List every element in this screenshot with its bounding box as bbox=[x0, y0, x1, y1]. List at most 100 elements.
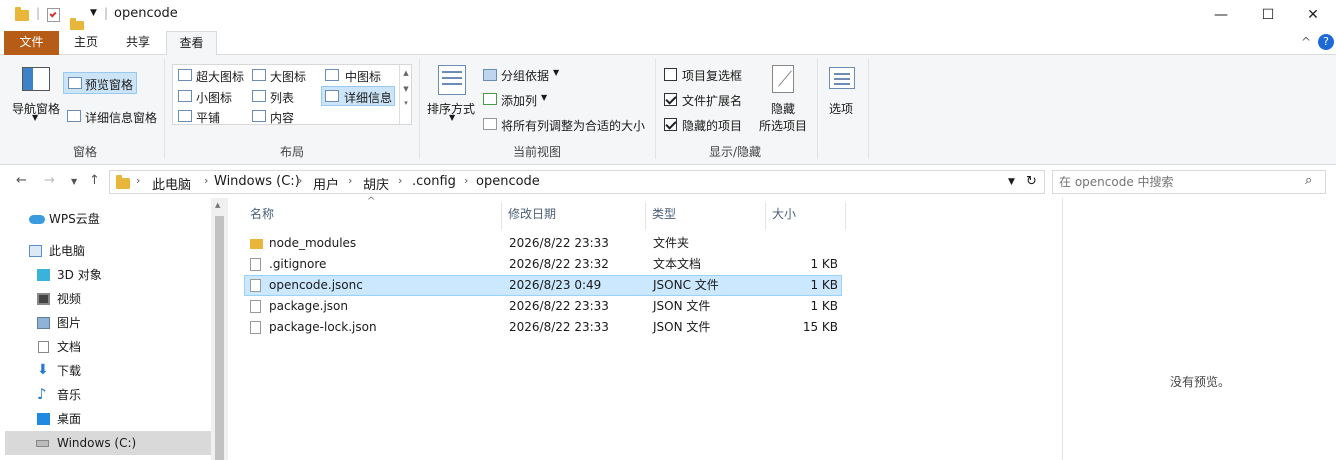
refresh-icon[interactable]: ↻ bbox=[1026, 174, 1037, 189]
file-type: 文本文档 bbox=[653, 257, 702, 271]
hide-selected-icon bbox=[772, 65, 794, 93]
column-header-size[interactable]: 大小 bbox=[766, 202, 846, 230]
nav-item-this-pc[interactable]: 此电脑 bbox=[0, 239, 210, 263]
file-modified: 2026/8/22 23:33 bbox=[509, 320, 609, 334]
chevron-down-icon[interactable]: ▼ bbox=[90, 8, 97, 18]
separator: | bbox=[104, 6, 109, 20]
chevron-right-icon[interactable]: › bbox=[464, 174, 468, 187]
scroll-up-icon[interactable]: ▲ bbox=[215, 201, 220, 209]
nav-item-documents[interactable]: 文档 bbox=[0, 335, 210, 359]
chevron-right-icon[interactable]: › bbox=[136, 174, 140, 187]
close-button[interactable]: ✕ bbox=[1290, 0, 1336, 30]
breadcrumb-config[interactable]: .config bbox=[412, 174, 456, 189]
picture-icon bbox=[37, 317, 50, 329]
collapse-ribbon-icon[interactable]: ^ bbox=[1296, 31, 1316, 55]
ribbon-tabs: 文件 主页 共享 查看 ^ ? bbox=[0, 30, 1336, 56]
chevron-right-icon[interactable]: › bbox=[348, 174, 352, 187]
minimize-button[interactable]: — bbox=[1198, 0, 1244, 30]
file-name: opencode.jsonc bbox=[269, 278, 363, 292]
layout-gallery: 超大图标 大图标 中图标 小图标 列表 详细信息 平铺 内容 ▲ ▼ ▾ bbox=[172, 64, 412, 125]
file-icon bbox=[250, 300, 261, 313]
nav-item-downloads[interactable]: ⬇ 下载 bbox=[0, 359, 210, 383]
preview-pane-button[interactable]: 预览窗格 bbox=[63, 72, 137, 94]
content-icon bbox=[252, 110, 266, 122]
search-box[interactable]: ⌕ bbox=[1052, 170, 1326, 194]
divider bbox=[419, 59, 420, 159]
nav-item-music[interactable]: ♪ 音乐 bbox=[0, 383, 210, 407]
table-row[interactable]: node_modules 2026/8/22 23:33 文件夹 bbox=[244, 233, 842, 254]
chevron-right-icon[interactable]: › bbox=[398, 174, 402, 187]
options-label: 选项 bbox=[829, 102, 854, 116]
file-size: 1 KB bbox=[810, 299, 838, 313]
hidden-items-label: 隐藏的项目 bbox=[682, 119, 743, 133]
chevron-right-icon[interactable]: › bbox=[298, 174, 302, 187]
breadcrumb-this-pc[interactable]: 此电脑 bbox=[152, 174, 191, 193]
help-icon[interactable]: ? bbox=[1318, 34, 1334, 50]
nav-item-3d-objects[interactable]: 3D 对象 bbox=[0, 263, 210, 287]
table-row-selected[interactable]: opencode.jsonc 2026/8/23 0:49 JSONC 文件 1… bbox=[244, 275, 842, 296]
column-header-modified[interactable]: 修改日期 bbox=[502, 202, 646, 230]
chevron-right-icon[interactable]: › bbox=[204, 174, 208, 187]
tab-share[interactable]: 共享 bbox=[116, 31, 160, 55]
table-row[interactable]: package.json 2026/8/22 23:33 JSON 文件 1 K… bbox=[244, 296, 842, 317]
ribbon: 导航窗格 ▼ 预览窗格 详细信息窗格 窗格 超大图标 大图标 中图标 小图标 列… bbox=[0, 55, 1336, 165]
hidden-items-checkbox[interactable] bbox=[664, 118, 677, 131]
item-checkboxes-checkbox[interactable] bbox=[664, 68, 677, 81]
forward-icon[interactable]: → bbox=[44, 173, 55, 188]
nav-item-desktop[interactable]: 桌面 bbox=[0, 407, 210, 431]
chevron-down-icon: ▼ bbox=[449, 113, 456, 122]
breadcrumb-current[interactable]: opencode bbox=[476, 174, 540, 189]
hide-selected-label-2: 所选项目 bbox=[759, 119, 808, 133]
nav-item-pictures[interactable]: 图片 bbox=[0, 311, 210, 335]
address-dropdown-icon[interactable]: ▼ bbox=[1008, 177, 1015, 187]
column-header-type[interactable]: 类型 bbox=[646, 202, 766, 230]
music-icon: ♪ bbox=[37, 385, 47, 403]
tab-home[interactable]: 主页 bbox=[64, 31, 108, 55]
back-icon[interactable]: ← bbox=[16, 173, 27, 188]
layout-details[interactable]: 详细信息 bbox=[321, 86, 395, 106]
options-icon bbox=[829, 67, 855, 89]
file-icon bbox=[250, 321, 261, 334]
nav-item-label: 桌面 bbox=[57, 412, 82, 426]
up-icon[interactable]: ↑ bbox=[89, 173, 100, 188]
scrollbar-thumb[interactable] bbox=[215, 216, 224, 460]
hide-selected-label: 隐藏 bbox=[771, 102, 796, 116]
tab-view[interactable]: 查看 bbox=[166, 31, 217, 56]
nav-item-label: Windows (C:) bbox=[57, 436, 137, 450]
download-icon: ⬇ bbox=[37, 362, 49, 378]
tab-file[interactable]: 文件 bbox=[4, 31, 59, 55]
maximize-button[interactable]: ☐ bbox=[1245, 0, 1291, 30]
title-bar: | ▼ | opencode — ☐ ✕ bbox=[0, 0, 1336, 32]
preview-pane-icon bbox=[68, 77, 82, 89]
nav-item-label: 图片 bbox=[57, 316, 82, 330]
computer-icon bbox=[29, 245, 42, 257]
table-row[interactable]: .gitignore 2026/8/22 23:32 文本文档 1 KB bbox=[244, 254, 842, 275]
breadcrumb-users[interactable]: 用户 bbox=[313, 174, 339, 193]
search-icon[interactable]: ⌕ bbox=[1305, 173, 1312, 188]
window-title: opencode bbox=[114, 6, 178, 21]
recent-locations-icon[interactable]: ▼ bbox=[71, 177, 77, 186]
layout-label: 大图标 bbox=[270, 70, 307, 84]
nav-item-label: 音乐 bbox=[57, 388, 82, 402]
nav-item-label: WPS云盘 bbox=[49, 212, 100, 226]
breadcrumb-drive[interactable]: Windows (C:) bbox=[214, 174, 300, 189]
group-by-icon bbox=[483, 69, 497, 81]
file-extensions-checkbox[interactable] bbox=[664, 93, 677, 106]
file-name: .gitignore bbox=[269, 257, 327, 271]
nav-item-wps-cloud[interactable]: WPS云盘 bbox=[0, 207, 210, 231]
table-row[interactable]: package-lock.json 2026/8/22 23:33 JSON 文… bbox=[244, 317, 842, 338]
file-modified: 2026/8/23 0:49 bbox=[509, 278, 602, 292]
cube-icon bbox=[37, 269, 50, 281]
search-input[interactable] bbox=[1059, 174, 1289, 190]
chevron-down-icon: ▼ bbox=[32, 113, 39, 122]
file-icon bbox=[250, 258, 261, 271]
file-name: package-lock.json bbox=[269, 320, 377, 334]
nav-scrollbar[interactable]: ▲ bbox=[211, 198, 228, 460]
address-bar[interactable]: › 此电脑 › Windows (C:) › 用户 › 胡庆 › .config… bbox=[109, 170, 1045, 194]
column-header-name[interactable]: 名称 bbox=[244, 202, 502, 230]
nav-item-windows-c[interactable]: Windows (C:) bbox=[5, 431, 215, 455]
breadcrumb-user[interactable]: 胡庆 bbox=[363, 174, 389, 193]
properties-icon[interactable] bbox=[47, 8, 60, 22]
nav-item-videos[interactable]: 视频 bbox=[0, 287, 210, 311]
gallery-scroll[interactable]: ▲ ▼ ▾ bbox=[399, 65, 412, 124]
